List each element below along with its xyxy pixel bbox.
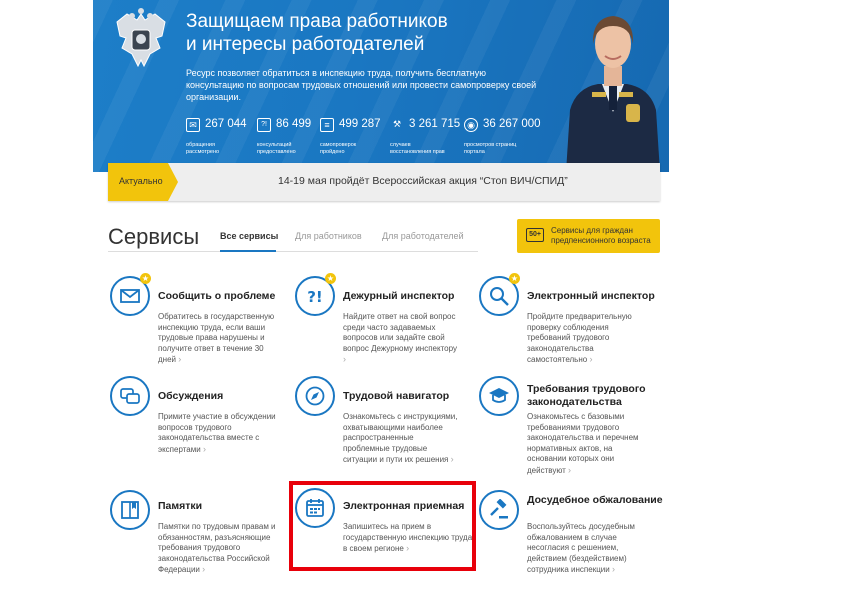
card-description: Примите участие в обсуждении вопросов тр… [158, 412, 276, 454]
hero-subtitle: Ресурс позволяет обратиться в инспекцию … [186, 68, 537, 102]
pre-retirement-services-button[interactable]: 50+ Сервисы для граждан предпенсионного … [517, 219, 660, 253]
card-description: Найдите ответ на свой вопрос среди часто… [343, 312, 457, 364]
tab-for-employees[interactable]: Для работников [295, 231, 362, 241]
news-ticker[interactable]: Актуально 14-19 мая пройдёт Всероссийска… [108, 163, 660, 201]
tab-for-employers[interactable]: Для работодателей [382, 231, 464, 241]
gavel-icon [479, 490, 519, 530]
chevron-right-icon[interactable]: › [568, 465, 571, 475]
envelope-icon: ✉ [186, 118, 200, 132]
star-icon: ★ [140, 273, 151, 284]
card-title[interactable]: Требования трудового законодательства [527, 383, 667, 409]
active-tab-indicator [220, 250, 276, 252]
question-icon: ?! [257, 118, 271, 132]
svg-text:?!: ?! [307, 288, 323, 306]
chevron-right-icon[interactable]: › [343, 354, 346, 364]
card-title[interactable]: Сообщить о проблеме [158, 290, 298, 303]
chevron-right-icon[interactable]: › [178, 354, 181, 364]
hero-title: Защищаем права работников и интересы раб… [186, 11, 448, 55]
gavel-icon: ⚒ [392, 119, 402, 129]
card-description: Воспользуйтесь досудебным обжалованием в… [527, 522, 635, 574]
services-title: Сервисы [108, 224, 200, 249]
star-icon: ★ [509, 273, 520, 284]
hero-banner: Защищаем права работников и интересы раб… [93, 0, 669, 172]
chevron-right-icon[interactable]: › [202, 564, 205, 574]
tab-all-services[interactable]: Все сервисы [220, 231, 278, 241]
chat-icon [110, 376, 150, 416]
card-title[interactable]: Обсуждения [158, 390, 298, 403]
age-50-plus-icon: 50+ [526, 228, 544, 242]
coat-of-arms-icon [116, 8, 166, 68]
card-description: Ознакомьтесь с базовыми требованиями тру… [527, 412, 639, 475]
document-icon: ≡ [320, 118, 334, 132]
book-icon [110, 490, 150, 530]
card-description: Пройдите предварительную проверку соблюд… [527, 312, 632, 364]
chevron-right-icon[interactable]: › [203, 444, 206, 454]
eye-icon: ◉ [464, 118, 478, 132]
highlight-frame [289, 481, 476, 571]
chevron-right-icon[interactable]: › [589, 354, 592, 364]
card-description: Памятки по трудовым правам и обязанностя… [158, 522, 276, 574]
chevron-right-icon[interactable]: › [612, 564, 615, 574]
card-title[interactable]: Электронный инспектор [527, 290, 667, 303]
card-title[interactable]: Памятки [158, 500, 298, 513]
card-description: Обратитесь в государственную инспекцию т… [158, 312, 275, 364]
card-title[interactable]: Досудебное обжалование [527, 494, 667, 507]
tabs-divider [108, 251, 478, 252]
card-title[interactable]: Трудовой навигатор [343, 390, 483, 403]
chevron-right-icon[interactable]: › [451, 454, 454, 464]
card-description: Ознакомьтесь с инструкциями, охватывающи… [343, 412, 458, 464]
card-title[interactable]: Дежурный инспектор [343, 290, 483, 303]
ticker-tag: Актуально [108, 163, 178, 201]
inspector-portrait [566, 16, 660, 172]
graduation-cap-icon [479, 376, 519, 416]
compass-icon [295, 376, 335, 416]
star-icon: ★ [325, 273, 336, 284]
ticker-message[interactable]: 14-19 мая пройдёт Всероссийская акция “С… [278, 175, 568, 187]
